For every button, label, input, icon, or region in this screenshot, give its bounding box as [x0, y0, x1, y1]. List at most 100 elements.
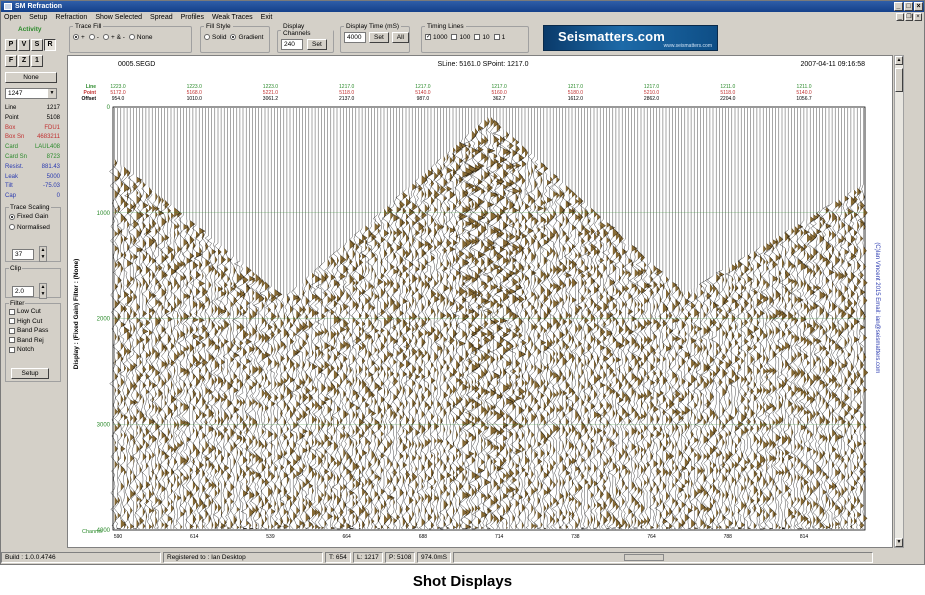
menu-open[interactable]: Open: [4, 14, 21, 21]
activity-v-button[interactable]: V: [18, 39, 30, 51]
info-row: Point 5108: [5, 115, 60, 121]
band-rej-checkbox[interactable]: Band Rej: [9, 337, 44, 344]
info-row: Box FDU1: [5, 125, 60, 131]
filter-setup-button[interactable]: Setup: [11, 368, 49, 379]
close-icon[interactable]: ×: [914, 2, 923, 11]
seismatters-logo: Seismatters.com www.seismatters.com: [543, 25, 718, 51]
gain-spinner[interactable]: ▲ ▼: [39, 246, 47, 262]
scroll-thumb[interactable]: [895, 68, 903, 92]
logo-text: Seismatters.com: [558, 29, 666, 44]
activity-1-button[interactable]: 1: [31, 55, 43, 67]
minimize-icon[interactable]: _: [894, 2, 903, 11]
spin-up-icon[interactable]: ▲: [41, 284, 46, 290]
info-label: Card: [5, 144, 19, 151]
window-title: SM Refraction: [15, 3, 63, 10]
channel-tick-label: 714: [495, 534, 504, 540]
header-cell: 954.0: [112, 96, 125, 102]
horizontal-scroll-thumb[interactable]: [624, 553, 664, 561]
timing-1-label: 1: [501, 33, 506, 41]
activity-f-button[interactable]: F: [5, 55, 17, 67]
spin-down-icon[interactable]: ▼: [41, 291, 46, 297]
band-pass-label: Band Pass: [17, 327, 49, 334]
trace-fill-both-label: + & -: [110, 33, 125, 41]
low-cut-label: Low Cut: [17, 308, 41, 315]
shot-record-plot[interactable]: 010002000300040000005.SEGD SLine: 5161.0 …: [68, 56, 892, 547]
app-icon: [4, 3, 12, 10]
band-pass-checkbox[interactable]: Band Pass: [9, 327, 48, 334]
menu-refraction[interactable]: Refraction: [55, 14, 87, 21]
fill-style-gradient[interactable]: Gradient: [230, 34, 263, 41]
header-cell: 1010.0: [187, 96, 203, 102]
trace-fill-minus[interactable]: -: [88, 34, 99, 41]
dropdown-arrow-icon[interactable]: ▼: [48, 89, 56, 98]
radio-icon: [9, 224, 15, 230]
clip-input[interactable]: 2.0: [12, 286, 34, 297]
trace-fill-both[interactable]: + & -: [102, 33, 125, 41]
header-cell: 3061.2: [263, 96, 279, 102]
low-cut-checkbox[interactable]: Low Cut: [9, 308, 41, 315]
time-tick-label: 2000: [97, 317, 111, 323]
activity-r-button[interactable]: R: [44, 39, 56, 51]
trace-fill-plus[interactable]: +: [73, 34, 85, 41]
fixed-gain-radio[interactable]: Fixed Gain: [9, 213, 48, 220]
display-time-all-button[interactable]: All: [391, 31, 409, 43]
gain-input[interactable]: 37: [12, 249, 34, 260]
display-time-set-button[interactable]: Set: [369, 31, 389, 43]
display-vertical-scrollbar[interactable]: ▲ ▼: [894, 55, 904, 548]
timing-1000-checkbox[interactable]: ✓ 1000: [425, 34, 447, 41]
timing-1-checkbox[interactable]: 1: [493, 33, 506, 41]
scroll-down-icon[interactable]: ▼: [895, 538, 903, 547]
menu-profiles[interactable]: Profiles: [181, 14, 204, 21]
info-label: Box Sn: [5, 134, 25, 141]
header-cell: 362.7: [493, 96, 506, 102]
info-row: Line 1217: [5, 105, 60, 111]
p-status: P: 5108: [385, 551, 415, 563]
shot-display[interactable]: 0 1000 2000 3000 4000 0005.SEGD SLine: 5161.0 …: [67, 55, 893, 548]
scroll-up-icon[interactable]: ▲: [895, 56, 903, 65]
normalised-radio[interactable]: Normalised: [9, 224, 50, 231]
activity-p-button[interactable]: P: [5, 39, 17, 51]
activity-z-button[interactable]: Z: [18, 55, 30, 67]
horizontal-scrollbar[interactable]: [453, 551, 873, 563]
display-channels-set-button[interactable]: Set: [307, 38, 327, 50]
timing-100-label: 100: [459, 33, 471, 41]
clip-spinner[interactable]: ▲ ▼: [39, 283, 47, 299]
display-time-input[interactable]: 4000: [344, 31, 366, 43]
info-label: Cap: [5, 193, 17, 200]
display-channels-input[interactable]: 240: [281, 38, 303, 50]
trace-fill-none[interactable]: None: [128, 34, 152, 41]
menu-spread[interactable]: Spread: [150, 14, 173, 21]
activity-s-button[interactable]: S: [31, 39, 43, 51]
header-cell: 1056.7: [796, 96, 812, 102]
channel-tick-label: 788: [724, 534, 733, 540]
trace-scaling-group: Trace Scaling Fixed Gain Normalised 37 ▲…: [5, 204, 61, 262]
checkbox-icon: [451, 34, 458, 40]
child-restore-icon[interactable]: ❐: [905, 13, 913, 21]
high-cut-checkbox[interactable]: High Cut: [9, 318, 42, 325]
checkbox-icon: [9, 337, 15, 343]
spin-down-icon[interactable]: ▼: [41, 254, 46, 260]
timing-1000-label: 1000: [433, 33, 448, 41]
menu-exit[interactable]: Exit: [261, 14, 273, 21]
info-row: Tilt -75.03: [5, 183, 60, 189]
trace-scaling-legend: Trace Scaling: [10, 204, 50, 211]
menu-weak-traces[interactable]: Weak Traces: [212, 14, 253, 21]
maximize-icon[interactable]: □: [904, 2, 913, 11]
spin-up-icon[interactable]: ▲: [41, 247, 46, 253]
time-status: 974.0mS: [417, 551, 451, 563]
timing-10-checkbox[interactable]: 10: [474, 34, 490, 41]
notch-checkbox[interactable]: Notch: [9, 346, 34, 353]
menu-show-selected[interactable]: Show Selected: [95, 14, 142, 21]
child-minimize-icon[interactable]: _: [896, 13, 904, 21]
line-select[interactable]: 1247 ▼: [5, 88, 57, 99]
child-close-icon[interactable]: ×: [914, 13, 922, 21]
info-value: FDU1: [44, 124, 60, 131]
menu-setup[interactable]: Setup: [29, 14, 47, 21]
file-name: 0005.SEGD: [118, 61, 155, 68]
fill-style-solid[interactable]: Solid: [204, 34, 226, 41]
info-value: 1217: [46, 105, 60, 111]
none-button[interactable]: None: [5, 72, 57, 83]
info-label: Leak: [5, 173, 19, 180]
trace-fill-group: Trace Fill + - + & - None: [69, 23, 192, 53]
timing-100-checkbox[interactable]: 100: [451, 34, 470, 41]
